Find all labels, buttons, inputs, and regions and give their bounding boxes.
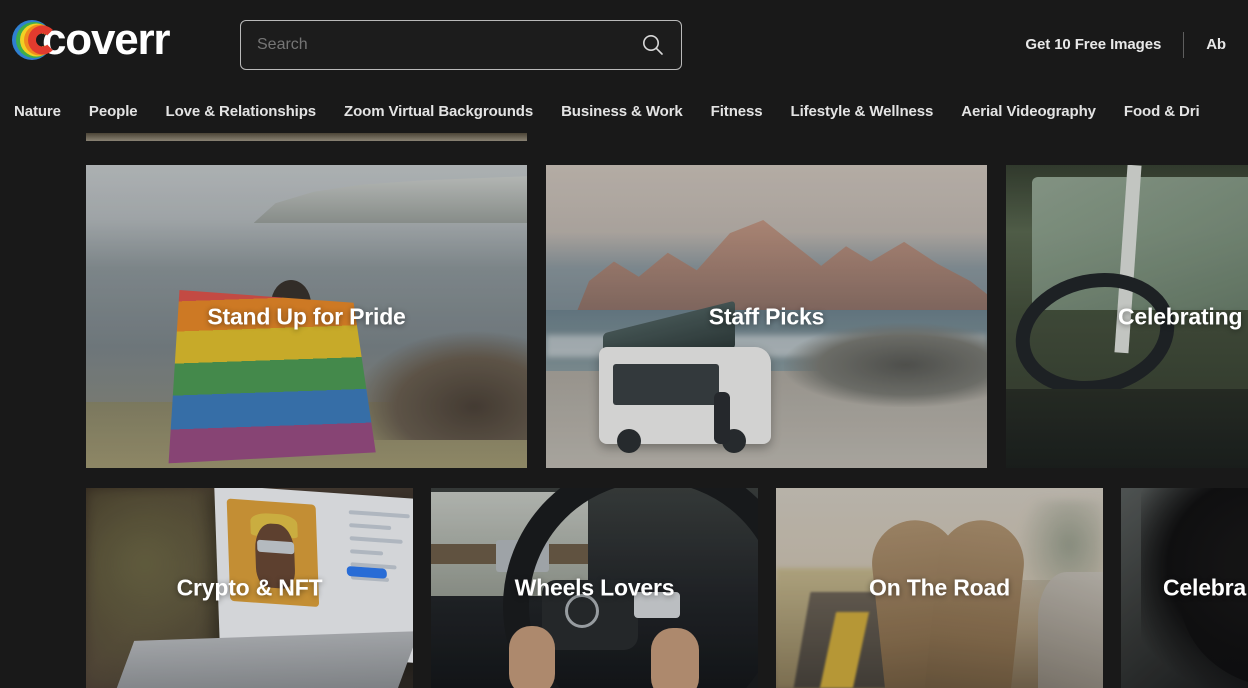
collection-card-celebrating-top[interactable]: Celebrating: [1006, 165, 1248, 468]
category-nav: Nature People Love & Relationships Zoom …: [0, 89, 1248, 133]
nav-item-zoom-virtual-backgrounds[interactable]: Zoom Virtual Backgrounds: [344, 103, 533, 120]
card-title: On The Road: [869, 574, 1010, 601]
collection-card-staff-picks[interactable]: Staff Picks: [546, 165, 987, 468]
site-header: coverr Get 10 Free Images Ab: [0, 0, 1248, 89]
card-title: Crypto & NFT: [176, 574, 323, 601]
nav-item-fitness[interactable]: Fitness: [711, 103, 763, 120]
get-free-images-link[interactable]: Get 10 Free Images: [1003, 36, 1183, 53]
collection-card-stand-up-for-pride[interactable]: Stand Up for Pride: [86, 165, 527, 468]
nav-item-lifestyle-wellness[interactable]: Lifestyle & Wellness: [791, 103, 934, 120]
collection-card-on-the-road[interactable]: On The Road: [776, 488, 1103, 688]
collection-card-wheels-lovers[interactable]: Wheels Lovers: [431, 488, 758, 688]
card-title: Celebrating: [1118, 303, 1243, 329]
nav-item-food-drinks[interactable]: Food & Dri: [1124, 103, 1200, 120]
search-input[interactable]: [241, 36, 625, 54]
rainbow-arc-icon: [12, 18, 57, 62]
previous-row-sliver: [86, 133, 527, 141]
card-title: Celebra: [1163, 574, 1246, 601]
search-bar[interactable]: [240, 20, 682, 70]
card-title: Staff Picks: [708, 303, 825, 329]
logo-wordmark: coverr: [42, 15, 171, 64]
nav-item-people[interactable]: People: [89, 103, 138, 120]
header-links: Get 10 Free Images Ab: [1003, 0, 1248, 89]
collection-card-crypto-nft[interactable]: Crypto & NFT: [86, 488, 413, 688]
card-title: Wheels Lovers: [514, 574, 675, 601]
collection-grid: Stand Up for Pride Staff Picks Celebrati…: [0, 133, 1248, 688]
collection-card-celebrating-bottom[interactable]: Celebra: [1121, 488, 1248, 688]
nav-item-business-work[interactable]: Business & Work: [561, 103, 683, 120]
nav-item-aerial-videography[interactable]: Aerial Videography: [961, 103, 1096, 120]
nav-item-love-relationships[interactable]: Love & Relationships: [166, 103, 317, 120]
nav-item-nature[interactable]: Nature: [14, 103, 61, 120]
coverr-logo[interactable]: coverr: [12, 15, 171, 64]
card-title: Stand Up for Pride: [207, 303, 406, 329]
about-link[interactable]: Ab: [1184, 36, 1248, 53]
search-icon[interactable]: [625, 32, 681, 58]
